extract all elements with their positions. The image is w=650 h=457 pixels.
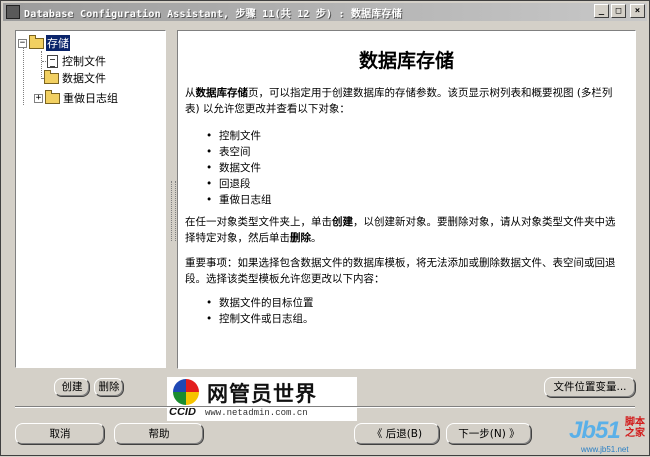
title-bar: Database Configuration Assistant, 步骤 11(… — [3, 3, 647, 21]
next-button[interactable]: 下一步(N) 》 — [446, 423, 532, 445]
create-button[interactable]: 创建 — [54, 378, 90, 397]
list-item: 表空间 — [206, 144, 272, 160]
delete-button[interactable]: 删除 — [94, 378, 124, 397]
folder-icon — [29, 34, 44, 49]
tree-item-control-files[interactable]: 控制文件 — [47, 53, 107, 69]
netadmin-watermark: 网管员世界 CCID www.netadmin.com.cn — [167, 377, 357, 421]
tree-item-redo-log-groups[interactable]: + 重做日志组 — [34, 89, 119, 106]
create-delete-paragraph: 在任一对象类型文件夹上，单击创建，以创建新对象。要删除对象，请从对象类型文件夹中… — [185, 214, 625, 246]
ccid-logo-icon — [173, 379, 199, 405]
expand-toggle[interactable]: + — [34, 93, 43, 103]
watermark-title: 网管员世界 — [207, 381, 317, 406]
intro-text: 页，可以指定用于创建数据库的存储参数。该页显示树列表和概要视图 (多栏列表) 以… — [185, 87, 613, 115]
body-text: 在任一对象类型文件夹上，单击 — [185, 216, 332, 228]
dialog-window: Database Configuration Assistant, 步骤 11(… — [0, 0, 650, 456]
list-item: 控制文件 — [206, 128, 272, 144]
changes-list: 数据文件的目标位置 控制文件或日志组。 — [206, 295, 314, 327]
body-text: 。 — [311, 232, 322, 244]
folder-icon — [45, 89, 60, 104]
tree-item-storage[interactable]: − 存储 — [18, 34, 70, 51]
back-button[interactable]: 《 后退(B) — [354, 423, 440, 445]
watermark-side-line: 脚本 — [625, 417, 645, 428]
intro-bold-text: 数据库存储 — [195, 87, 249, 99]
list-item: 数据文件的目标位置 — [206, 295, 314, 311]
help-button[interactable]: 帮助 — [114, 423, 204, 445]
storage-tree[interactable]: − 存储 控制文件 数据文件 + 重做日志组 — [15, 30, 166, 368]
tree-item-data-files[interactable]: 数据文件 — [44, 69, 107, 86]
tree-item-label: 存储 — [46, 35, 70, 51]
minimize-button[interactable]: _ — [594, 4, 609, 18]
file-location-variables-button[interactable]: 文件位置变量... — [544, 377, 636, 398]
tree-item-label: 重做日志组 — [63, 92, 118, 105]
watermark-url: www.jb51.net — [581, 445, 629, 454]
intro-paragraph: 从数据库存储页，可以指定用于创建数据库的存储参数。该页显示树列表和概要视图 (多… — [185, 85, 625, 117]
tree-item-label: 数据文件 — [62, 72, 106, 85]
jb51-watermark: Jb51 脚本 之家 www.jb51.net — [567, 415, 650, 457]
maximize-button[interactable]: □ — [611, 4, 626, 18]
control-file-icon — [47, 54, 58, 68]
watermark-url: www.netadmin.com.cn — [205, 408, 308, 418]
button-divider — [15, 406, 635, 408]
close-button[interactable]: × — [630, 4, 645, 18]
tree-item-label: 控制文件 — [62, 55, 106, 68]
list-item: 重做日志组 — [206, 192, 272, 208]
list-item: 回退段 — [206, 176, 272, 192]
watermark-side-line: 之家 — [625, 428, 645, 439]
note-paragraph: 重要事项：如果选择包含数据文件的数据库模板，将无法添加或删除数据文件、表空间或回… — [185, 257, 616, 285]
cancel-button[interactable]: 取消 — [15, 423, 105, 445]
body-bold-text: 创建 — [332, 216, 353, 228]
list-item: 数据文件 — [206, 160, 272, 176]
folder-icon — [44, 69, 59, 84]
body-bold-text: 删除 — [290, 232, 311, 244]
window-controls: _ □ × — [594, 4, 645, 18]
window-title: Database Configuration Assistant, 步骤 11(… — [24, 8, 402, 20]
tree-connector — [41, 51, 42, 79]
collapse-toggle[interactable]: − — [18, 38, 27, 48]
intro-text: 从 — [185, 87, 196, 99]
tree-connector — [23, 47, 24, 105]
page-title: 数据库存储 — [358, 50, 454, 72]
pane-splitter[interactable] — [171, 181, 176, 241]
object-list: 控制文件 表空间 数据文件 回退段 重做日志组 — [206, 128, 272, 208]
list-item: 控制文件或日志组。 — [206, 311, 314, 327]
app-icon — [6, 5, 20, 19]
watermark-side-text: 脚本 之家 — [625, 417, 645, 439]
help-content-panel: 数据库存储 从数据库存储页，可以指定用于创建数据库的存储参数。该页显示树列表和概… — [177, 30, 636, 369]
watermark-logo-text: Jb51 — [569, 417, 621, 444]
